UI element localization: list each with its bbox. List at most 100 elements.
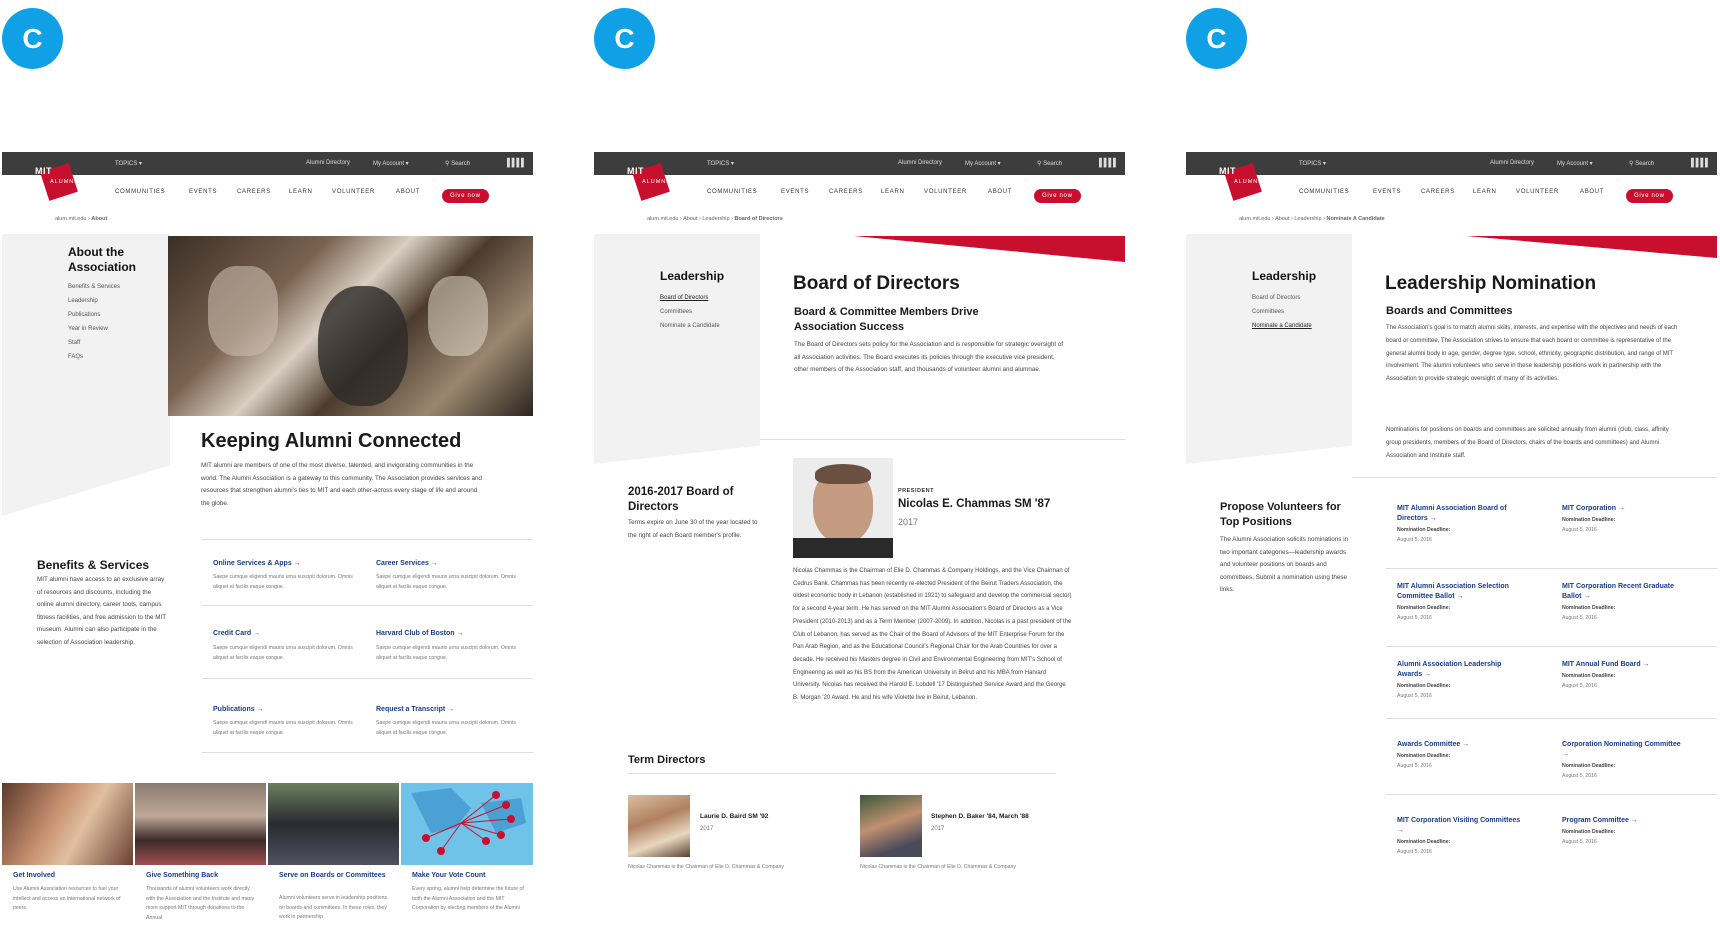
search-icon: ⚲	[445, 161, 450, 167]
tile-title-give-back[interactable]: Give Something Back	[146, 872, 218, 879]
nav-events[interactable]: EVENTS	[781, 189, 809, 195]
side-link-board-active[interactable]: Board of Directors	[660, 295, 708, 301]
mit-alumni-logo[interactable]: MIT ALUMNI	[1216, 163, 1268, 201]
search-link[interactable]: ⚲ Search	[1629, 160, 1654, 167]
give-now-button[interactable]: Give now	[442, 189, 489, 203]
nav-learn[interactable]: LEARN	[881, 189, 905, 195]
logo-mit-text: MIT	[1219, 166, 1236, 176]
nav-about[interactable]: ABOUT	[1580, 189, 1604, 195]
mit-wordmark-icon: ▌▌▌▌	[1099, 158, 1119, 167]
crumb-home[interactable]: alum.mit.edu	[1239, 216, 1271, 222]
crumb-about[interactable]: About	[683, 216, 697, 222]
link-request-transcript[interactable]: Request a Transcript	[376, 706, 454, 713]
intro-text-2: Nominations for positions on boards and …	[1386, 427, 1669, 459]
alumni-directory-link[interactable]: Alumni Directory	[898, 160, 942, 166]
link-harvard-club[interactable]: Harvard Club of Boston	[376, 630, 464, 637]
search-link[interactable]: ⚲ Search	[1037, 160, 1062, 167]
tile-map-vote[interactable]	[401, 783, 533, 865]
nav-communities[interactable]: COMMUNITIES	[1299, 189, 1349, 195]
crumb-leadership[interactable]: Leadership	[702, 216, 729, 222]
tile-title-get-involved[interactable]: Get Involved	[13, 872, 55, 879]
crumb-about[interactable]: About	[1275, 216, 1289, 222]
topics-menu[interactable]: TOPICS ▾	[115, 160, 142, 167]
side-link-board[interactable]: Board of Directors	[1252, 295, 1300, 301]
logo-mit-text: MIT	[35, 166, 52, 176]
tile-title-serve-boards[interactable]: Serve on Boards or Committees	[279, 872, 389, 879]
mit-alumni-logo[interactable]: MIT ALUMNI	[32, 163, 84, 201]
link-career-services[interactable]: Career Services	[376, 560, 438, 567]
side-link-faqs[interactable]: FAQs	[68, 354, 83, 360]
nomination-link[interactable]: Awards Committee	[1397, 740, 1522, 750]
side-link-nominate[interactable]: Nominate a Candidate	[660, 323, 720, 329]
nomination-link[interactable]: Program Committee	[1562, 816, 1687, 826]
nav-learn[interactable]: LEARN	[1473, 189, 1497, 195]
nav-volunteer[interactable]: VOLUNTEER	[1516, 189, 1559, 195]
nomination-link[interactable]: MIT Corporation Visiting Committees	[1397, 816, 1522, 836]
link-credit-card[interactable]: Credit Card	[213, 630, 260, 637]
nav-volunteer[interactable]: VOLUNTEER	[332, 189, 375, 195]
side-link-nominate-active[interactable]: Nominate a Candidate	[1252, 323, 1312, 329]
give-now-button[interactable]: Give now	[1034, 189, 1081, 203]
nav-learn[interactable]: LEARN	[289, 189, 313, 195]
tile-photo-give-back[interactable]	[135, 783, 266, 865]
mit-alumni-logo[interactable]: MIT ALUMNI	[624, 163, 676, 201]
nomination-link[interactable]: MIT Annual Fund Board	[1562, 660, 1687, 670]
crumb-home[interactable]: alum.mit.edu	[647, 216, 679, 222]
side-link-benefits[interactable]: Benefits & Services	[68, 284, 120, 290]
nomination-link[interactable]: MIT Corporation	[1562, 504, 1687, 514]
crumb-home[interactable]: alum.mit.edu	[55, 216, 87, 222]
nav-volunteer[interactable]: VOLUNTEER	[924, 189, 967, 195]
search-label: Search	[1635, 161, 1655, 167]
nav-careers[interactable]: CAREERS	[829, 189, 863, 195]
side-link-staff[interactable]: Staff	[68, 340, 80, 346]
my-account-menu[interactable]: My Account ▾	[965, 160, 1001, 167]
topics-menu[interactable]: TOPICS ▾	[707, 160, 734, 167]
intro-text: The Association's goal is to match alumn…	[1386, 325, 1678, 383]
step-badge: C	[1186, 8, 1247, 69]
nav-about[interactable]: ABOUT	[988, 189, 1012, 195]
propose-title: Propose Volunteers for Top Positions	[1220, 501, 1341, 528]
nomination-link[interactable]: Corporation Nominating Committee	[1562, 740, 1687, 760]
side-link-publications[interactable]: Publications	[68, 312, 100, 318]
alumni-directory-link[interactable]: Alumni Directory	[1490, 160, 1534, 166]
my-account-menu[interactable]: My Account ▾	[1557, 160, 1593, 167]
benefits-title: Benefits & Services	[37, 558, 150, 572]
tile-photo-get-involved[interactable]	[2, 783, 133, 865]
nomination-link[interactable]: MIT Alumni Association Selection Committ…	[1397, 582, 1522, 602]
side-title: About the Association	[68, 245, 137, 274]
tile-title-vote[interactable]: Make Your Vote Count	[412, 872, 486, 879]
nomination-link[interactable]: MIT Corporation Recent Graduate Ballot	[1562, 582, 1687, 602]
topics-menu[interactable]: TOPICS ▾	[1299, 160, 1326, 167]
nav-about[interactable]: ABOUT	[396, 189, 420, 195]
nav-careers[interactable]: CAREERS	[1421, 189, 1455, 195]
nomination-link[interactable]: Alumni Association Leadership Awards	[1397, 660, 1522, 680]
logo-alumni-text: ALUMNI	[50, 179, 77, 185]
page-subtitle: Boards and Committees	[1386, 305, 1513, 317]
nav-communities[interactable]: COMMUNITIES	[115, 189, 165, 195]
director-photo	[628, 795, 690, 857]
link-online-services[interactable]: Online Services & Apps	[213, 560, 301, 567]
side-link-year-in-review[interactable]: Year in Review	[68, 326, 108, 332]
mit-wordmark-icon: ▌▌▌▌	[1691, 158, 1711, 167]
side-link-committees[interactable]: Committees	[1252, 309, 1284, 315]
link-desc: Saepe cumque eligendi mauris urna suscip…	[213, 720, 353, 736]
deadline-date: August 5, 2016	[1397, 763, 1432, 769]
breadcrumb: alum.mit.edu › About	[55, 216, 108, 222]
tile-photo-boards[interactable]	[268, 783, 399, 865]
my-account-menu[interactable]: My Account ▾	[373, 160, 409, 167]
side-link-committees[interactable]: Committees	[660, 309, 692, 315]
crumb-leadership[interactable]: Leadership	[1294, 216, 1321, 222]
give-now-button[interactable]: Give now	[1626, 189, 1673, 203]
president-year: 2017	[898, 517, 919, 527]
deadline-date: August 5, 2016	[1397, 693, 1432, 699]
nav-events[interactable]: EVENTS	[189, 189, 217, 195]
nomination-link[interactable]: MIT Alumni Association Board of Director…	[1397, 504, 1522, 524]
nav-careers[interactable]: CAREERS	[237, 189, 271, 195]
breadcrumb: alum.mit.edu › About › Leadership › Boar…	[647, 216, 783, 222]
side-link-leadership[interactable]: Leadership	[68, 298, 98, 304]
nav-communities[interactable]: COMMUNITIES	[707, 189, 757, 195]
link-publications[interactable]: Publications	[213, 706, 264, 713]
nav-events[interactable]: EVENTS	[1373, 189, 1401, 195]
alumni-directory-link[interactable]: Alumni Directory	[306, 160, 350, 166]
search-link[interactable]: ⚲ Search	[445, 160, 470, 167]
